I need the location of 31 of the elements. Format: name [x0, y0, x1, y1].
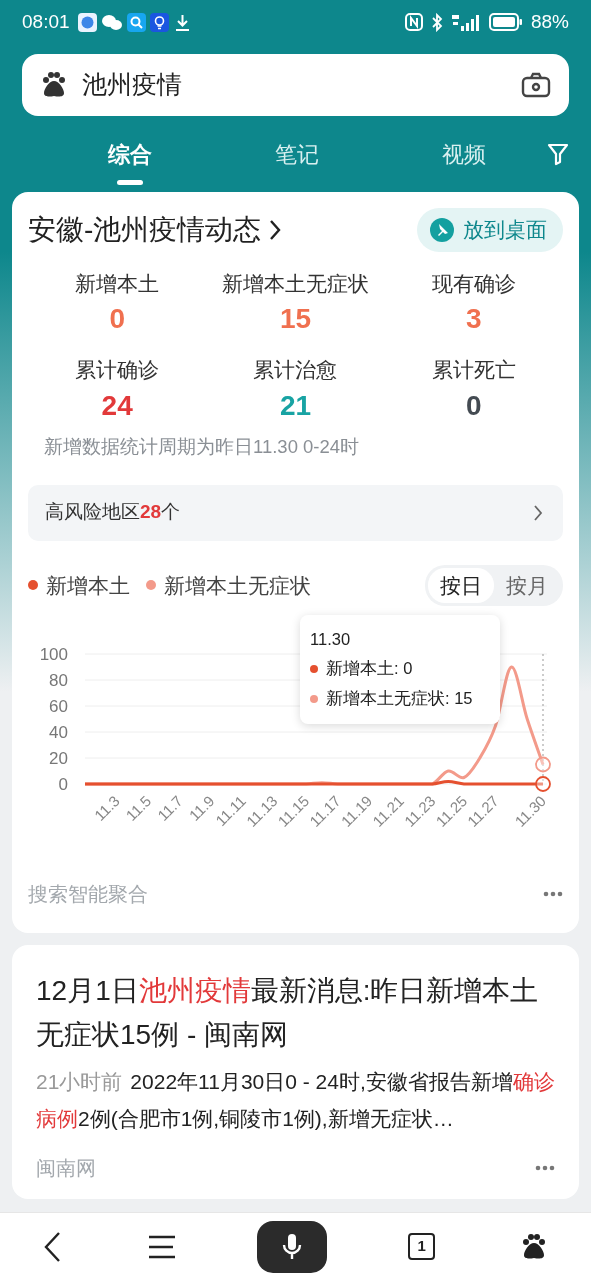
y-tick-label: 80 [49, 671, 68, 691]
result-source: 闽南网 [36, 1156, 96, 1182]
y-tick-label: 20 [49, 749, 68, 769]
stat-label: 新增本土无症状 [221, 270, 370, 297]
stat-label: 新增本土 [74, 270, 161, 297]
stat-value: 3 [465, 302, 483, 336]
x-tick-label: 11.3 [90, 792, 123, 825]
stat-label: 现有确诊 [430, 270, 517, 297]
aggregation-label: 搜索智能聚合 [28, 882, 148, 908]
clock: 08:01 [22, 9, 70, 34]
y-tick-label: 60 [49, 697, 68, 717]
y-tick-label: 40 [49, 723, 68, 743]
stat-value: 0 [465, 388, 483, 423]
tooltip-value: 新增本土无症状: 15 [326, 688, 473, 709]
stat-label: 累计确诊 [74, 357, 161, 384]
stat-value: 15 [278, 302, 313, 336]
statistics-note: 新增数据统计周期为昨日11.30 0-24时 [43, 434, 361, 459]
result-snippet: 21小时前 2022年11月30日0 - 24时,安徽省报告新增确诊病例2例(合肥市1例,铜陵市1例),新增无症状… [36, 1068, 555, 1132]
stat-value: 24 [100, 388, 134, 423]
y-tick-label: 0 [58, 775, 68, 795]
stat-value: 0 [108, 302, 126, 336]
tooltip-value: 新增本土: 0 [326, 658, 413, 680]
stat-label: 累计死亡 [430, 357, 517, 384]
battery-level: 88% [530, 9, 569, 34]
stat-label: 累计治愈 [252, 357, 339, 384]
y-tick-label: 100 [39, 645, 68, 665]
high-risk-text: 高风险地区28个 [45, 500, 181, 525]
tooltip-title: 11.30 [310, 628, 352, 650]
stat-value: 21 [278, 388, 313, 423]
x-tick-label: 11.5 [122, 792, 155, 825]
x-tick-label: 11.9 [185, 792, 218, 825]
